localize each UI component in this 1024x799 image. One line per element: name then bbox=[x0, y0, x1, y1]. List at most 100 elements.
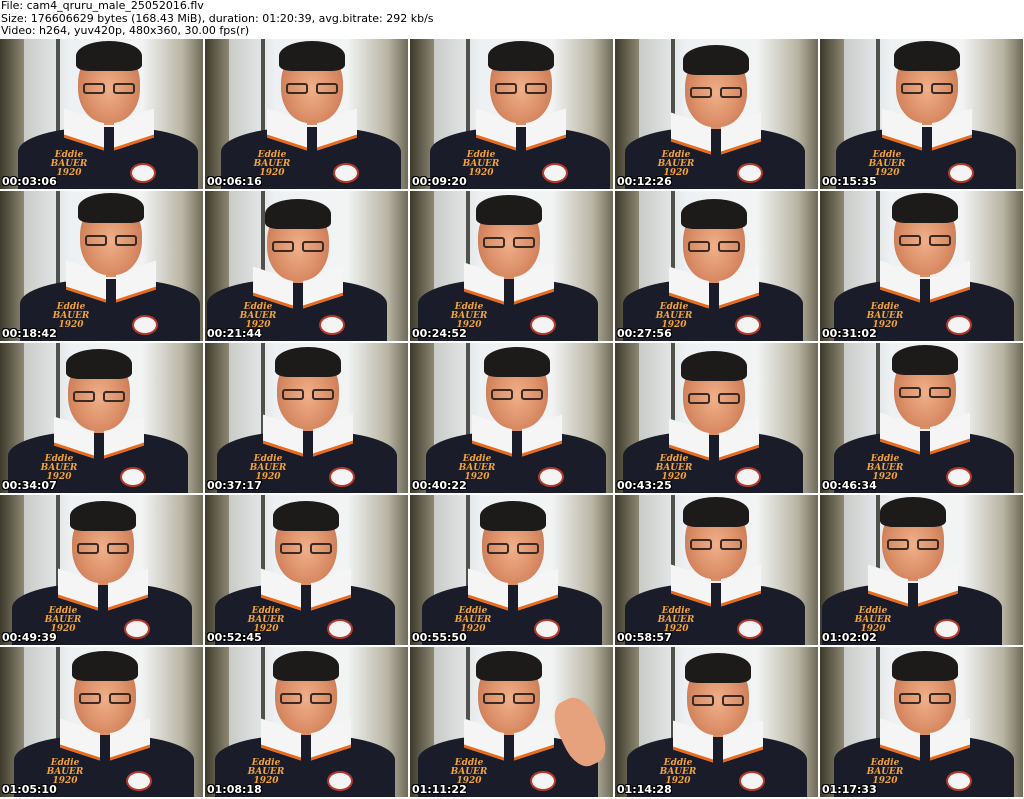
video-thumbnail: Eddie BAUER 1920 01:11:22 bbox=[410, 647, 613, 797]
thumbnail-timestamp: 01:08:18 bbox=[207, 783, 262, 796]
video-thumbnail: Eddie BAUER 1920 01:17:33 bbox=[820, 647, 1023, 797]
video-thumbnail: Eddie BAUER 1920 00:58:57 bbox=[615, 495, 818, 645]
thumbnail-timestamp: 00:06:16 bbox=[207, 175, 262, 188]
hair bbox=[681, 199, 747, 229]
glasses bbox=[77, 693, 133, 705]
shirt-patch bbox=[333, 163, 359, 183]
hair bbox=[275, 347, 341, 377]
thumbnail-timestamp: 00:24:52 bbox=[412, 327, 467, 340]
shirt-patch bbox=[737, 163, 763, 183]
thumbnail-timestamp: 00:34:07 bbox=[2, 479, 57, 492]
thumbnail-timestamp: 01:11:22 bbox=[412, 783, 467, 796]
shirt-patch bbox=[735, 467, 761, 487]
file-info-header: File: cam4_qruru_male_25052016.flv Size:… bbox=[0, 0, 1024, 38]
hair bbox=[70, 501, 136, 531]
glasses bbox=[81, 83, 137, 95]
glasses bbox=[690, 695, 746, 707]
shirt-patch bbox=[130, 163, 156, 183]
hair bbox=[279, 41, 345, 71]
thumbnail-timestamp: 00:58:57 bbox=[617, 631, 672, 644]
glasses bbox=[278, 543, 334, 555]
hair bbox=[683, 45, 749, 75]
video-thumbnail: Eddie BAUER 1920 00:27:56 bbox=[615, 191, 818, 341]
hair bbox=[72, 651, 138, 681]
shirt-patch bbox=[132, 315, 158, 335]
shirt-patch bbox=[948, 163, 974, 183]
video-thumbnail: Eddie BAUER 1920 00:31:02 bbox=[820, 191, 1023, 341]
video-thumbnail: Eddie BAUER 1920 00:24:52 bbox=[410, 191, 613, 341]
shirt-brand-text: 1920 bbox=[58, 320, 84, 330]
glasses bbox=[686, 393, 742, 405]
hair bbox=[892, 651, 958, 681]
thumbnail-timestamp: 00:55:50 bbox=[412, 631, 467, 644]
glasses bbox=[481, 237, 537, 249]
hair bbox=[484, 347, 550, 377]
glasses bbox=[493, 83, 549, 95]
thumbnail-timestamp: 00:49:39 bbox=[2, 631, 57, 644]
glasses bbox=[897, 693, 953, 705]
glasses bbox=[278, 693, 334, 705]
shirt-patch bbox=[542, 163, 568, 183]
thumbnail-timestamp: 00:52:45 bbox=[207, 631, 262, 644]
video-thumbnail: Eddie BAUER 1920 00:46:34 bbox=[820, 343, 1023, 493]
shirt-brand-logo: Eddie BAUER 1920 bbox=[52, 303, 90, 333]
thumbnail-timestamp: 00:15:35 bbox=[822, 175, 877, 188]
thumbnail-timestamp: 00:03:06 bbox=[2, 175, 57, 188]
hair bbox=[76, 41, 142, 71]
shirt-patch bbox=[329, 467, 355, 487]
glasses bbox=[489, 389, 545, 401]
thumbnail-timestamp: 00:18:42 bbox=[2, 327, 57, 340]
shirt-patch bbox=[946, 315, 972, 335]
video-thumbnail: Eddie BAUER 1920 01:05:10 bbox=[0, 647, 203, 797]
shirt-patch bbox=[946, 467, 972, 487]
thumbnail-timestamp: 00:43:25 bbox=[617, 479, 672, 492]
shirt-patch bbox=[946, 771, 972, 791]
file-name-line: File: cam4_qruru_male_25052016.flv bbox=[1, 0, 204, 12]
shirt-patch bbox=[124, 619, 150, 639]
glasses bbox=[688, 539, 744, 551]
glasses bbox=[897, 235, 953, 247]
shirt-patch bbox=[534, 619, 560, 639]
thumbnail-timestamp: 00:31:02 bbox=[822, 327, 877, 340]
shirt-patch bbox=[737, 619, 763, 639]
shirt-patch bbox=[120, 467, 146, 487]
shirt-patch bbox=[735, 315, 761, 335]
glasses bbox=[885, 539, 941, 551]
shirt-brand-logo: Eddie BAUER 1920 bbox=[462, 151, 500, 181]
thumbnail-timestamp: 00:46:34 bbox=[822, 479, 877, 492]
shirt-patch bbox=[327, 619, 353, 639]
glasses bbox=[75, 543, 131, 555]
thumbnail-timestamp: 01:05:10 bbox=[2, 783, 57, 796]
shirt-patch bbox=[934, 619, 960, 639]
video-thumbnail: Eddie BAUER 1920 00:34:07 bbox=[0, 343, 203, 493]
video-thumbnail: Eddie BAUER 1920 00:09:20 bbox=[410, 39, 613, 189]
hair bbox=[476, 195, 542, 225]
thumbnail-timestamp: 00:12:26 bbox=[617, 175, 672, 188]
glasses bbox=[688, 87, 744, 99]
hair bbox=[476, 651, 542, 681]
video-thumbnail: Eddie BAUER 1920 00:15:35 bbox=[820, 39, 1023, 189]
glasses bbox=[284, 83, 340, 95]
video-thumbnail: Eddie BAUER 1920 01:08:18 bbox=[205, 647, 408, 797]
glasses bbox=[270, 241, 326, 253]
glasses bbox=[481, 693, 537, 705]
hair bbox=[66, 349, 132, 379]
hair bbox=[685, 653, 751, 683]
thumbnail-timestamp: 01:17:33 bbox=[822, 783, 877, 796]
video-thumbnail: Eddie BAUER 1920 00:37:17 bbox=[205, 343, 408, 493]
video-thumbnail: Eddie BAUER 1920 01:02:02 bbox=[820, 495, 1023, 645]
thumbnail-grid: Eddie BAUER 1920 00:03:06 Eddie BAUER 1920 00:0… bbox=[0, 39, 1024, 799]
hair bbox=[880, 497, 946, 527]
shirt-patch bbox=[530, 315, 556, 335]
glasses bbox=[899, 83, 955, 95]
hair bbox=[892, 193, 958, 223]
shirt-brand-text: 1920 bbox=[468, 168, 494, 178]
hair bbox=[78, 193, 144, 223]
hair bbox=[273, 501, 339, 531]
hair bbox=[480, 501, 546, 531]
thumbnail-timestamp: 00:27:56 bbox=[617, 327, 672, 340]
hair bbox=[488, 41, 554, 71]
shirt-patch bbox=[538, 467, 564, 487]
video-thumbnail: Eddie BAUER 1920 00:49:39 bbox=[0, 495, 203, 645]
hair bbox=[273, 651, 339, 681]
